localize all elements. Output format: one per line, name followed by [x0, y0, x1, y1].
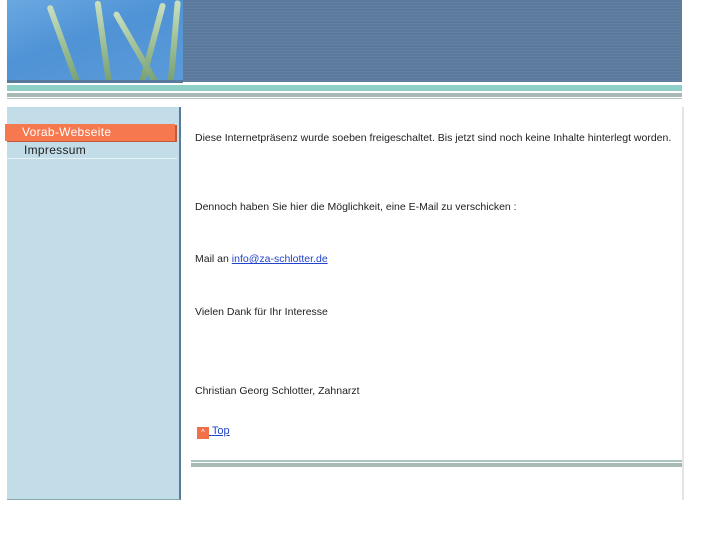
mail-line: Mail an info@za-schlotter.de	[195, 251, 675, 267]
mail-prefix: Mail an	[195, 253, 229, 265]
thanks-text: Vielen Dank für Ihr Interesse	[195, 306, 328, 318]
nav-item-impressum[interactable]: Impressum	[7, 142, 177, 159]
header-image	[7, 0, 183, 80]
sidebar: Vorab-Webseite Impressum	[5, 107, 181, 500]
footer-divider	[191, 463, 682, 467]
email-hint-text: Dennoch haben Sie hier die Möglichkeit, …	[195, 201, 517, 213]
arrow-up-icon: ^	[197, 427, 209, 439]
nav-item-vorab-webseite[interactable]: Vorab-Webseite	[5, 124, 175, 141]
header-divider	[7, 80, 183, 83]
header-banner	[183, 0, 682, 82]
top-label: Top	[211, 425, 230, 437]
signature-text: Christian Georg Schlotter, Zahnarzt	[195, 385, 360, 397]
email-link[interactable]: info@za-schlotter.de	[232, 253, 328, 265]
main-content: Diese Internetpräsenz wurde soeben freig…	[190, 107, 684, 500]
header-stripe	[7, 93, 682, 97]
footer-divider	[191, 460, 682, 462]
top-link[interactable]: ^ Top	[197, 425, 230, 439]
header-stripe	[7, 85, 682, 91]
header-stripe	[7, 98, 682, 99]
intro-text: Diese Internetpräsenz wurde soeben freig…	[195, 132, 672, 144]
